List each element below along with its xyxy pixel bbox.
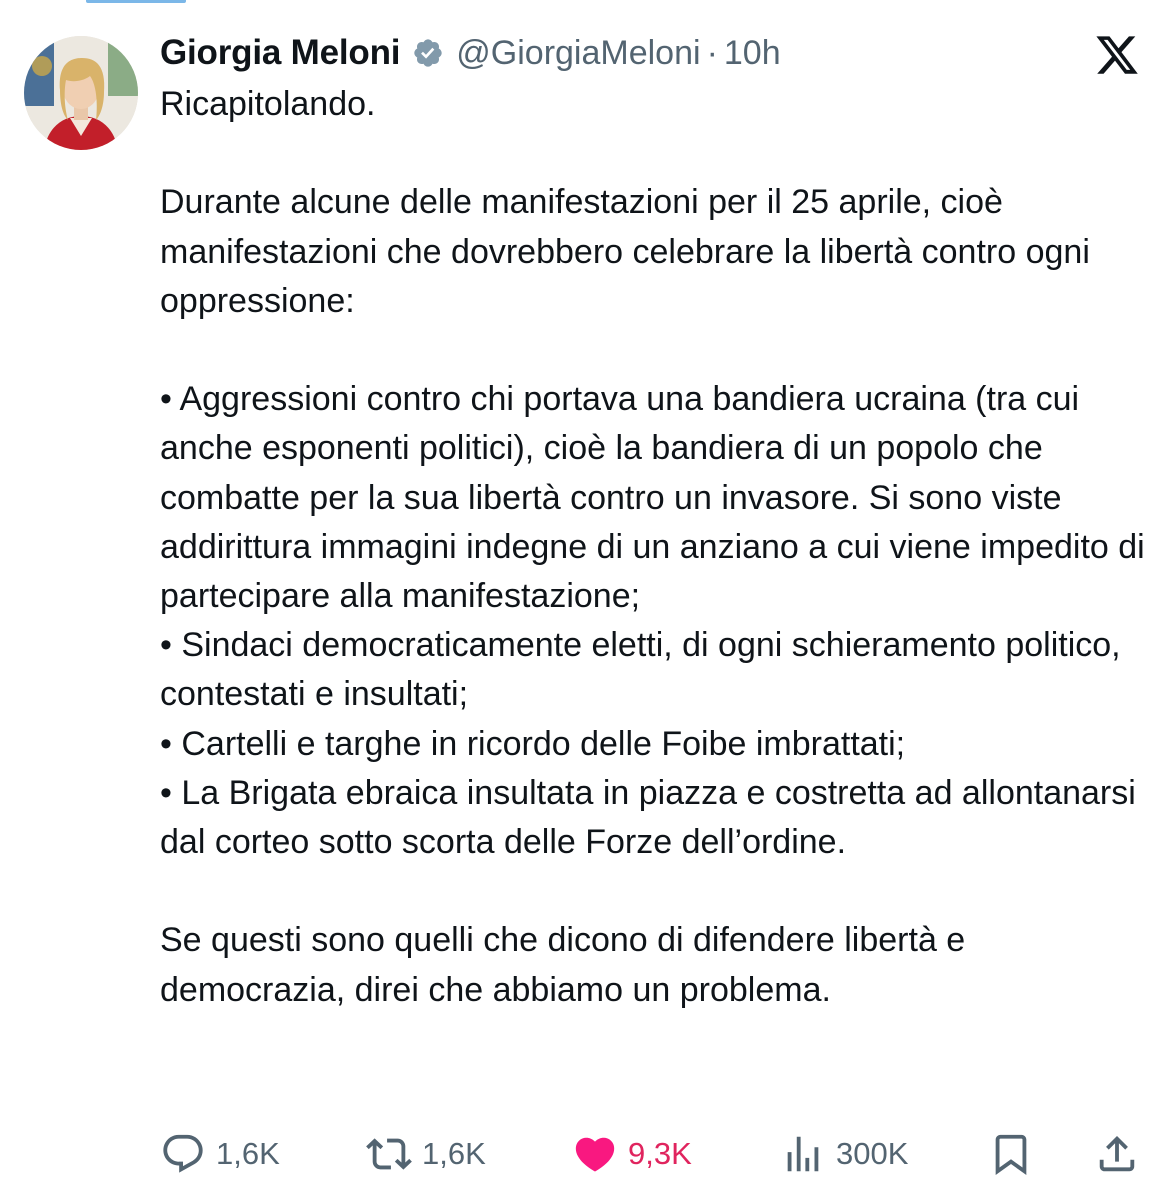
repost-count: 1,6K: [422, 1136, 486, 1171]
avatar-image: [24, 36, 138, 150]
reply-button[interactable]: 1,6K: [160, 1126, 280, 1182]
like-button[interactable]: 9,3K: [572, 1126, 692, 1182]
meta-separator: ·: [706, 33, 718, 72]
avatar[interactable]: [24, 36, 138, 150]
repost-button[interactable]: 1,6K: [366, 1126, 486, 1182]
bookmark-icon: [988, 1131, 1034, 1177]
like-count: 9,3K: [628, 1136, 692, 1171]
repost-icon: [366, 1131, 412, 1177]
heart-icon: [572, 1131, 618, 1177]
top-accent-bar: [86, 0, 186, 3]
tweet-header: Giorgia Meloni @GiorgiaMeloni · 10h: [160, 30, 781, 76]
bookmark-button[interactable]: [988, 1126, 1034, 1182]
share-button[interactable]: [1094, 1126, 1140, 1182]
share-icon: [1094, 1131, 1140, 1177]
action-bar: 1,6K 1,6K 9,3K 300K: [160, 1126, 1150, 1182]
tweet-text: Ricapitolando. Durante alcune delle mani…: [160, 85, 1145, 1009]
views-icon: [780, 1131, 826, 1177]
author-name[interactable]: Giorgia Meloni: [160, 33, 400, 73]
reply-count: 1,6K: [216, 1136, 280, 1171]
author-handle[interactable]: @GiorgiaMeloni: [456, 34, 700, 73]
views-count: 300K: [836, 1136, 909, 1171]
tweet-timestamp[interactable]: 10h: [724, 34, 781, 73]
x-logo-icon[interactable]: [1094, 32, 1140, 78]
verified-badge-icon: [412, 37, 444, 69]
reply-icon: [160, 1131, 206, 1177]
views-button[interactable]: 300K: [780, 1126, 908, 1182]
